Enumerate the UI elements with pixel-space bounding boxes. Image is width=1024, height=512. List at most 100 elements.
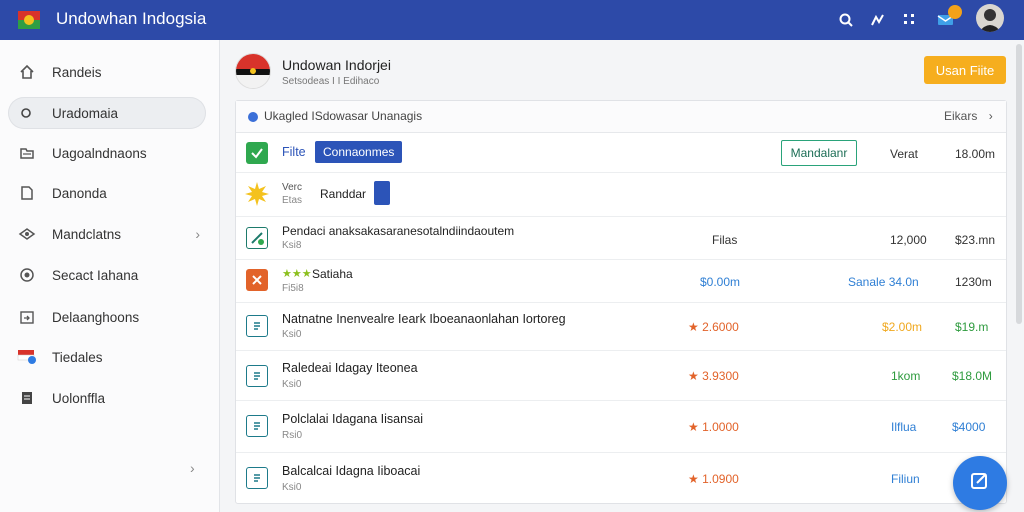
item-sub: Fi5i8 xyxy=(282,283,304,294)
status-dot-icon xyxy=(248,112,258,122)
doc-box-icon xyxy=(246,415,268,437)
item-name: Raledeai Idagay Iteonea xyxy=(282,361,418,375)
cell-value: Verat xyxy=(890,147,919,161)
item-name: Satiaha xyxy=(312,267,353,281)
chart-doc-icon xyxy=(246,227,268,249)
item-sub: Rsi0 xyxy=(282,430,303,441)
edit-icon xyxy=(969,470,991,497)
table-row[interactable]: Filte Connaonmes Mandalanr Verat 18.00m xyxy=(236,133,1006,173)
item-sub: Ksi0 xyxy=(282,482,302,493)
sidebar-item-mandclatns[interactable]: Mandclatns › xyxy=(8,218,206,250)
sidebar-item-uolonffla[interactable]: Uolonffla xyxy=(8,382,206,414)
outline-action-button[interactable]: Mandalanr xyxy=(781,140,857,166)
color-swatch[interactable] xyxy=(374,181,390,205)
field-label: Randdar xyxy=(320,187,367,201)
cell-value: $23.mn xyxy=(955,233,996,247)
list-icon xyxy=(16,387,38,409)
sidebar-item-label: Delaanghoons xyxy=(52,309,140,325)
sidebar-item-danonda[interactable]: Danonda xyxy=(8,177,206,209)
notification-badge xyxy=(948,5,962,19)
cell-value: $19.m xyxy=(955,320,989,334)
cell-value: ★ 1.0000 xyxy=(688,420,739,434)
sidebar-item-label: Tiedales xyxy=(52,349,103,365)
item-name-text: Pendaci anaksakasaranesotalndiindaoutem xyxy=(282,224,515,238)
sidebar-item-tiedales[interactable]: Tiedales xyxy=(8,341,206,373)
panel-header: Ukagled ISdowasar Unanagis Eikars › xyxy=(236,101,1006,133)
cell-value: Sanale 34.0n xyxy=(848,275,919,289)
cell-value: $4000 xyxy=(952,420,986,434)
item-sub: Ksi0 xyxy=(282,379,302,390)
filter-dropdown[interactable]: Eikars › xyxy=(944,109,993,123)
project-logo xyxy=(236,54,270,88)
folder-icon xyxy=(16,142,38,164)
doc-box-icon xyxy=(246,315,268,337)
page-title: Undowan Indorjei xyxy=(282,57,391,73)
table-row[interactable]: Raledeai Idagay Iteonea Ksi0 ★ 3.9300 1k… xyxy=(236,351,1006,401)
filter-label: Eikars xyxy=(944,109,978,123)
table-row[interactable]: Balcalcai Idagna Iiboacai Ksi0 ★ 1.0900 … xyxy=(236,453,1006,503)
file-label[interactable]: Filte xyxy=(282,145,306,159)
table-row[interactable]: Polclalai Idagana Iisansai Rsi0 ★ 1.0000… xyxy=(236,401,1006,453)
tag-button[interactable]: Connaonmes xyxy=(315,141,403,163)
cell-value: 12,000 xyxy=(890,233,927,247)
item-sub: Ksi8 xyxy=(282,240,302,251)
table-row[interactable]: Pendaci anaksakasaranesotalndiindaoutem … xyxy=(236,217,1006,260)
cell-value: Filiun xyxy=(891,472,920,486)
layers-icon xyxy=(16,223,38,245)
cell-value: Ilflua xyxy=(891,420,917,434)
sidebar-item-label: Uagoalndnaons xyxy=(52,145,147,161)
table-row[interactable]: Natnatne Inenvealre Ieark Iboeanaonlahan… xyxy=(236,303,1006,351)
sidebar-item-label: Uradomaia xyxy=(52,105,119,121)
item-name: Polclalai Idagana Iisansai xyxy=(282,412,424,426)
cell-value: ★ 2.6000 xyxy=(688,320,739,334)
sun-icon xyxy=(244,181,270,212)
primary-action-button[interactable]: Usan Fiite xyxy=(924,56,1006,84)
target-icon xyxy=(16,264,38,286)
app-logo-icon xyxy=(16,7,42,33)
cell-value: 1kom xyxy=(891,369,921,383)
sidebar-item-uradomaia[interactable]: Uradomaia xyxy=(8,97,206,129)
top-bar: Undowhan Indogsia xyxy=(0,0,1024,40)
chevron-right-icon[interactable]: › xyxy=(190,460,195,476)
document-icon xyxy=(16,182,38,204)
cell-value: $2.00m xyxy=(882,320,923,334)
search-icon[interactable] xyxy=(834,8,858,32)
search-icon xyxy=(16,102,38,124)
page-subtitle: Setsodeas I I Edihaco xyxy=(282,76,380,87)
sidebar-item-label: Secact Iahana xyxy=(52,267,139,283)
cell-value: 18.00m xyxy=(955,147,996,161)
scrollbar[interactable] xyxy=(1016,44,1022,324)
close-box-icon xyxy=(246,269,268,291)
cell-value: Filas xyxy=(712,233,738,247)
sidebar-item-randeis[interactable]: Randeis xyxy=(8,56,206,88)
sidebar-item-label: Danonda xyxy=(52,185,107,201)
sidebar-item-secact-iahana[interactable]: Secact Iahana xyxy=(8,259,206,291)
app-title: Undowhan Indogsia xyxy=(56,9,207,28)
table-row[interactable]: Verc Etas Randdar xyxy=(236,173,1006,217)
cell-value: ★ 1.0900 xyxy=(688,472,739,486)
item-name: Pendaci anaksakasaranesotalndiindaoutem xyxy=(282,224,514,238)
import-icon xyxy=(16,306,38,328)
table-row[interactable]: ★★★ Satiaha Fi5i8 $0.00m Sanale 34.0n 12… xyxy=(236,260,1006,303)
activity-icon[interactable] xyxy=(866,8,890,32)
checkmark-icon xyxy=(246,142,268,164)
breadcrumb: Ukagled ISdowasar Unanagis xyxy=(264,109,423,123)
apps-grid-icon[interactable] xyxy=(898,8,922,32)
sidebar: Randeis Uradomaia Uagoalndnaons Danonda … xyxy=(0,40,220,512)
content-panel: Ukagled ISdowasar Unanagis Eikars › Filt… xyxy=(235,100,1007,504)
chevron-down-icon: › xyxy=(988,109,993,123)
sidebar-item-delaanghoons[interactable]: Delaanghoons xyxy=(8,301,206,333)
cell-value: $18.0M xyxy=(952,369,993,383)
item-name: Balcalcai Idagna Iiboacai xyxy=(282,464,421,478)
sidebar-item-label: Mandclatns xyxy=(52,226,122,242)
avatar[interactable] xyxy=(976,4,1004,32)
doc-box-icon xyxy=(246,365,268,387)
sidebar-item-uagoalndnaons[interactable]: Uagoalndnaons xyxy=(8,137,206,169)
home-icon xyxy=(16,61,38,83)
compose-fab-button[interactable] xyxy=(953,456,1007,510)
doc-box-icon xyxy=(246,467,268,489)
chevron-right-icon: › xyxy=(195,226,200,242)
cell-value: $0.00m xyxy=(700,275,741,289)
flag-badge-icon xyxy=(16,346,38,368)
item-name-top: Verc xyxy=(282,182,303,193)
